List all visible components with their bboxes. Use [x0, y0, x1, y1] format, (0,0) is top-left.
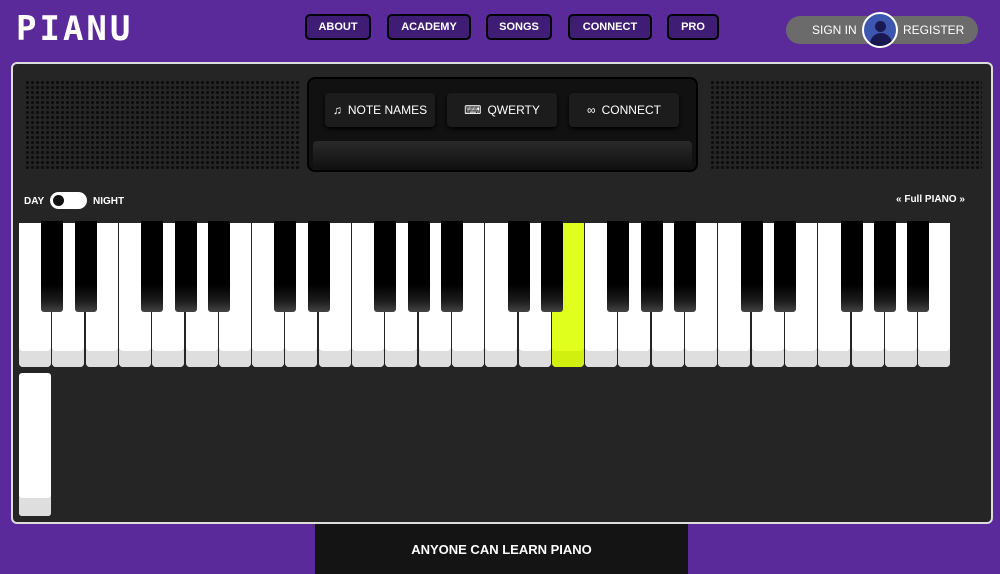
- nav-academy-button[interactable]: ACADEMY: [387, 14, 471, 40]
- black-key[interactable]: [41, 221, 64, 312]
- qwerty-button[interactable]: ⌨ QWERTY: [447, 93, 557, 127]
- black-key[interactable]: [540, 221, 563, 312]
- black-key[interactable]: [740, 221, 763, 312]
- black-key[interactable]: [507, 221, 530, 312]
- day-night-toggle[interactable]: [50, 192, 87, 209]
- black-key[interactable]: [141, 221, 164, 312]
- black-key[interactable]: [674, 221, 696, 312]
- qwerty-label: QWERTY: [487, 103, 540, 117]
- black-key[interactable]: [374, 221, 397, 312]
- nav-pro-button[interactable]: PRO: [667, 14, 719, 40]
- console-display: [313, 141, 692, 168]
- piano-mode-label: Full PIANO: [904, 194, 957, 205]
- black-key[interactable]: [307, 221, 330, 312]
- toggle-knob: [53, 195, 64, 206]
- tagline-banner: ANYONE CAN LEARN PIANO: [315, 524, 688, 574]
- nav-songs-button[interactable]: SONGS: [486, 14, 552, 40]
- nav-connect-button[interactable]: CONNECT: [568, 14, 652, 40]
- chevron-right-icon[interactable]: »: [959, 194, 965, 205]
- black-key[interactable]: [207, 221, 230, 312]
- night-label: NIGHT: [93, 196, 125, 207]
- top-bar: PIANU ABOUT ACADEMY SONGS CONNECT PRO SI…: [0, 0, 1000, 62]
- connect-device-button[interactable]: ∞ CONNECT: [569, 93, 679, 127]
- sign-in-link[interactable]: SIGN IN: [812, 23, 857, 37]
- black-key[interactable]: [274, 221, 297, 312]
- black-key[interactable]: [773, 221, 796, 312]
- black-key[interactable]: [440, 221, 463, 312]
- link-icon: ∞: [587, 103, 596, 117]
- keyboard-icon: ⌨: [464, 103, 482, 117]
- left-speaker-grille: [25, 80, 300, 170]
- note-names-button[interactable]: ♫ NOTE NAMES: [325, 93, 435, 127]
- sidebar-key[interactable]: [19, 373, 51, 516]
- piano-mode-selector[interactable]: « Full PIANO »: [896, 194, 965, 205]
- nav-about-button[interactable]: ABOUT: [305, 14, 371, 40]
- black-key[interactable]: [407, 221, 430, 312]
- black-key[interactable]: [174, 221, 197, 312]
- day-label: DAY: [24, 196, 45, 207]
- note-names-label: NOTE NAMES: [347, 103, 428, 117]
- black-key[interactable]: [607, 221, 630, 312]
- control-console: ♫ NOTE NAMES ⌨ QWERTY ∞ CONNECT: [307, 77, 698, 172]
- connect-device-label: CONNECT: [601, 103, 661, 117]
- tagline-text: ANYONE CAN LEARN PIANO: [411, 541, 592, 557]
- black-key[interactable]: [640, 221, 663, 312]
- black-key[interactable]: [840, 221, 863, 312]
- user-avatar-icon[interactable]: [862, 12, 898, 48]
- register-link[interactable]: REGISTER: [903, 23, 964, 37]
- black-key[interactable]: [74, 221, 97, 312]
- music-note-icon: ♫: [332, 103, 342, 117]
- black-key[interactable]: [873, 221, 896, 312]
- logo[interactable]: PIANU: [16, 10, 133, 48]
- black-key[interactable]: [907, 221, 930, 312]
- right-speaker-grille: [710, 80, 982, 170]
- chevron-left-icon[interactable]: «: [896, 194, 902, 205]
